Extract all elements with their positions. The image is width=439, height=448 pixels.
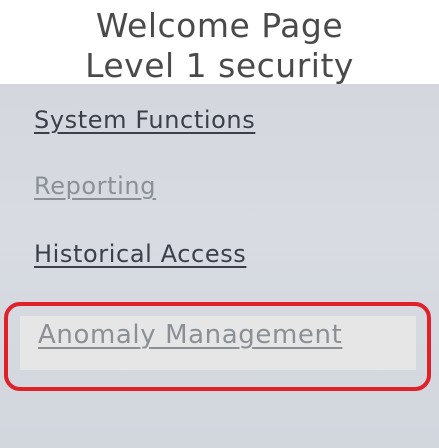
menu-link-historical-access[interactable]: Historical Access (34, 240, 246, 268)
selected-menu-item-outline[interactable]: Anomaly Management (4, 302, 431, 391)
menu-link-system-functions[interactable]: System Functions (34, 106, 255, 134)
page-header: Welcome Page Level 1 security (0, 0, 439, 85)
menu-link-reporting[interactable]: Reporting (34, 172, 156, 200)
welcome-page: Welcome Page Level 1 security System Fun… (0, 0, 439, 448)
page-title: Welcome Page (95, 6, 344, 45)
menu-link-anomaly-management[interactable]: Anomaly Management (38, 320, 342, 350)
security-level-label: Level 1 security (85, 46, 354, 85)
